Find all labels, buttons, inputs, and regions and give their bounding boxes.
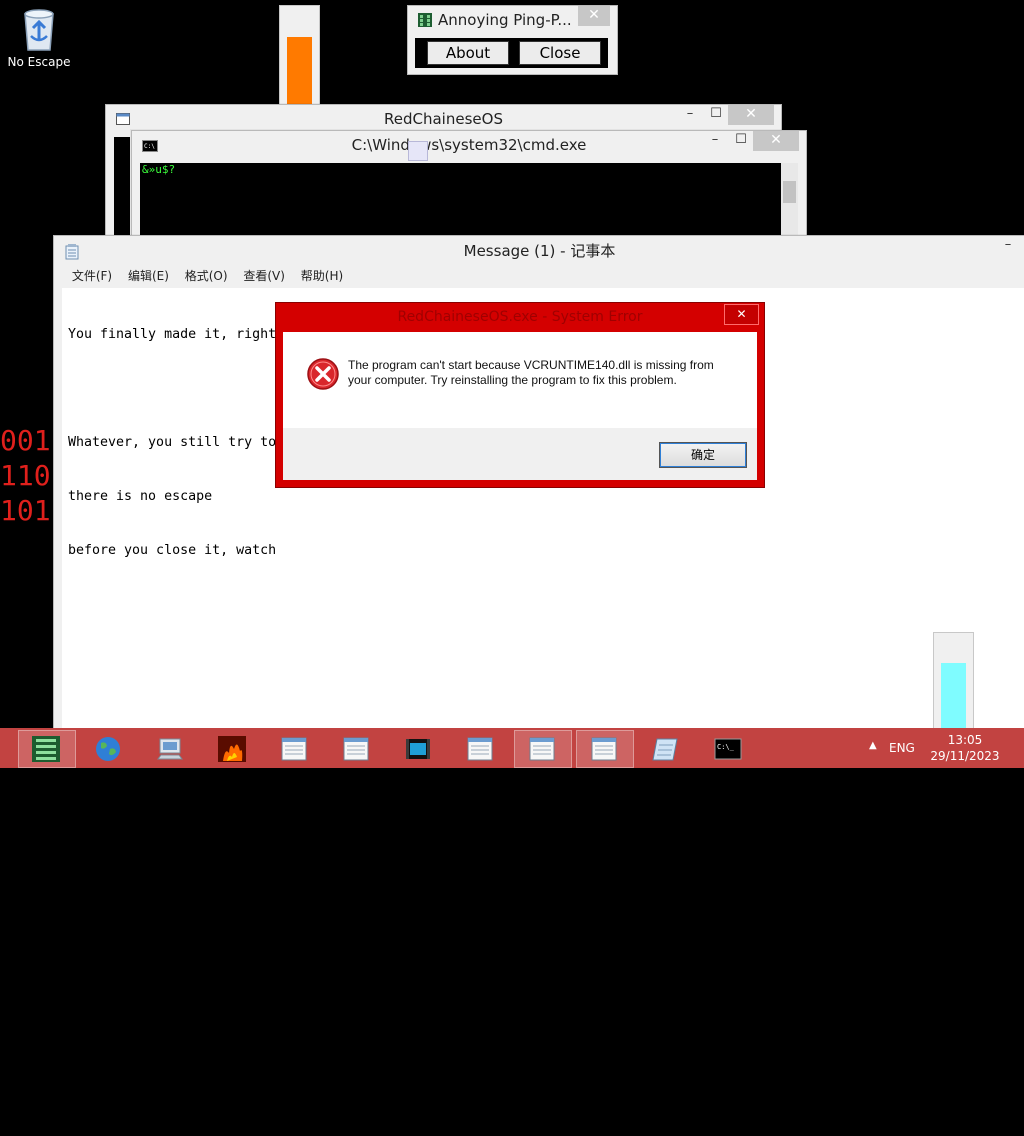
window-cursor-overlay xyxy=(408,141,428,161)
message-area: The program can't start because VCRUNTIM… xyxy=(283,332,757,428)
orange-bar-gadget[interactable] xyxy=(279,5,320,116)
text-line xyxy=(68,920,1024,938)
about-button[interactable]: About xyxy=(427,41,509,65)
menu-format[interactable]: 格式(O) xyxy=(179,266,234,286)
equalizer-app-icon xyxy=(32,736,60,762)
close-icon[interactable]: ✕ xyxy=(578,6,610,26)
taskbar-button-image[interactable] xyxy=(204,730,262,768)
cmd-icon: C:\_ xyxy=(714,738,742,760)
notepad-window-icon xyxy=(281,737,307,761)
ping-pong-window[interactable]: Annoying Ping-P... ✕ About Close xyxy=(407,5,618,75)
desktop-icon-label: No Escape xyxy=(7,55,71,69)
cyan-bar-gadget[interactable] xyxy=(933,632,974,730)
close-icon[interactable]: ✕ xyxy=(753,131,799,151)
binary-line: 101 xyxy=(0,494,51,527)
minimize-icon[interactable]: – xyxy=(994,236,1022,256)
scrollbar[interactable] xyxy=(781,163,798,243)
notepad-window-icon xyxy=(591,737,617,761)
maximize-icon[interactable]: ☐ xyxy=(702,105,730,125)
close-icon[interactable]: ✕ xyxy=(724,304,759,325)
menu-file[interactable]: 文件(F) xyxy=(66,266,118,286)
cmd-window[interactable]: C:\ C:\Windows\system32\cmd.exe – ☐ ✕ &»… xyxy=(131,130,807,244)
taskbar-button-notepad-5[interactable] xyxy=(576,730,634,768)
notepad-window-icon xyxy=(343,737,369,761)
window-title: Message (1) - 记事本 xyxy=(463,242,616,260)
text-line xyxy=(68,812,1024,830)
input-language[interactable]: ENG xyxy=(889,741,915,755)
show-hidden-icons-icon[interactable]: ▲ xyxy=(869,740,877,751)
binary-line: 001 xyxy=(0,424,51,457)
console-output: &»u$? xyxy=(142,163,176,176)
dialog-body: The program can't start because VCRUNTIM… xyxy=(283,332,757,480)
notepad-window-icon xyxy=(529,737,555,761)
text-line: there is no escape xyxy=(68,489,213,504)
text-line xyxy=(68,866,1024,884)
taskbar-button-media[interactable] xyxy=(390,730,448,768)
minimize-icon[interactable]: – xyxy=(676,105,704,125)
svg-text:C:\_: C:\_ xyxy=(717,743,735,751)
text-line xyxy=(68,1028,1024,1046)
computer-icon xyxy=(157,738,183,760)
taskbar-button-notepad-1[interactable] xyxy=(266,730,324,768)
taskbar-button-computer[interactable] xyxy=(142,730,200,768)
cyan-bar-fill xyxy=(941,663,966,729)
minimize-icon[interactable]: – xyxy=(701,131,729,151)
window-body xyxy=(114,137,130,241)
notepad-pen-icon xyxy=(652,738,678,761)
scrollbar-thumb[interactable] xyxy=(783,181,796,203)
taskbar-button-browser[interactable] xyxy=(80,730,138,768)
menu-bar: 文件(F) 编辑(E) 格式(O) 查看(V) 帮助(H) xyxy=(54,266,1024,286)
menu-help[interactable]: 帮助(H) xyxy=(295,266,349,286)
text-line xyxy=(68,704,1024,722)
taskbar-button-notepad-app[interactable] xyxy=(638,730,696,768)
maximize-icon[interactable]: ☐ xyxy=(727,131,755,151)
menu-edit[interactable]: 编辑(E) xyxy=(122,266,175,286)
text-line xyxy=(68,650,1024,668)
window-title: Annoying Ping-P... xyxy=(438,11,572,29)
taskbar-button-notepad-2[interactable] xyxy=(328,730,386,768)
media-window-icon xyxy=(406,739,430,759)
fire-image-icon xyxy=(218,736,246,762)
dialog-title: RedChaineseOS.exe - System Error xyxy=(397,309,643,325)
close-button[interactable]: Close xyxy=(519,41,601,65)
text-line xyxy=(68,974,1024,992)
clock-date[interactable]: 29/11/2023 xyxy=(925,749,1005,763)
taskbar-button-notepad-4[interactable] xyxy=(514,730,572,768)
taskbar-button-cmd[interactable]: C:\_ xyxy=(700,730,758,768)
binary-line: 110 xyxy=(0,459,51,492)
app-window-icon xyxy=(418,13,432,27)
error-icon xyxy=(307,358,339,390)
clock-time[interactable]: 13:05 xyxy=(930,733,1000,747)
recycle-bin-desktop-icon[interactable]: No Escape xyxy=(4,6,74,69)
text-line: 1 message for you xyxy=(68,1083,205,1098)
taskbar: C:\_ ▲ ENG 13:05 29/11/2023 xyxy=(0,728,1024,768)
error-message: The program can't start because VCRUNTIM… xyxy=(348,358,714,387)
close-icon[interactable]: ✕ xyxy=(728,105,774,125)
recycle-bin-icon xyxy=(24,9,54,51)
taskbar-button-notepad-3[interactable] xyxy=(452,730,510,768)
menu-view[interactable]: 查看(V) xyxy=(237,266,291,286)
taskbar-button-equalizer-app[interactable] xyxy=(18,730,76,768)
notepad-window-icon xyxy=(467,737,493,761)
text-line: before you close it, watch xyxy=(68,543,277,558)
text-line xyxy=(68,596,1024,614)
binary-decoration: 001 110 101 xyxy=(0,423,51,528)
console-area[interactable]: &»u$? xyxy=(140,163,781,243)
globe-icon xyxy=(96,737,120,761)
system-error-dialog[interactable]: RedChaineseOS.exe - System Error ✕ The p… xyxy=(275,302,765,488)
orange-bar-fill xyxy=(287,37,312,108)
ok-button[interactable]: 确定 xyxy=(659,442,747,468)
